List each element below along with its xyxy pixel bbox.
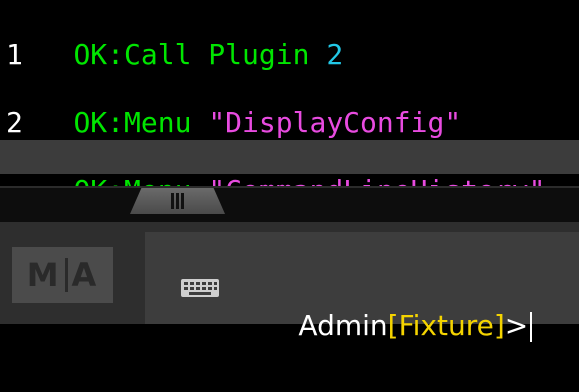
drag-handle-icon[interactable] xyxy=(130,188,225,214)
resize-bar xyxy=(0,186,579,222)
keyboard-icon[interactable] xyxy=(181,279,219,297)
grip-lines xyxy=(171,193,174,209)
history-line-2: OK:Menu "DisplayConfig" xyxy=(6,72,461,139)
text-cursor xyxy=(530,312,533,342)
command-arg: 2 xyxy=(326,38,344,71)
history-output-1: 1 xyxy=(6,38,23,71)
status-prefix: OK: xyxy=(73,38,125,71)
command-text: Menu xyxy=(124,174,208,186)
command-line-input[interactable]: Admin[Fixture]> xyxy=(145,232,579,342)
object-context: [Fixture] xyxy=(387,309,505,342)
logo-letter-m: M xyxy=(26,256,61,294)
command-history-console: OK:Call Plugin 2 1 OK:Menu "DisplayConfi… xyxy=(0,0,579,186)
command-arg: "DisplayConfig" xyxy=(208,106,462,139)
history-output-2: 2 xyxy=(6,106,23,139)
command-text: Call Plugin xyxy=(124,38,327,71)
logo-letter-a: A xyxy=(71,256,99,294)
command-text: Menu xyxy=(124,106,209,139)
ma-logo[interactable]: M A xyxy=(12,247,113,303)
user-name: Admin xyxy=(298,309,388,342)
command-arg: "CommandLineHistory" xyxy=(208,174,545,186)
status-prefix: OK: xyxy=(73,174,124,186)
status-prefix: OK: xyxy=(73,106,125,139)
history-line-1: OK:Call Plugin 2 xyxy=(6,4,343,71)
logo-divider xyxy=(64,258,68,292)
command-line-bar: M A Admin[Fixture]> xyxy=(0,222,579,342)
prompt-symbol: > xyxy=(504,309,529,342)
history-line-3-highlighted[interactable]: OK:Menu "CommandLineHistory" xyxy=(0,140,579,186)
command-prompt[interactable]: Admin[Fixture]> xyxy=(245,260,533,342)
